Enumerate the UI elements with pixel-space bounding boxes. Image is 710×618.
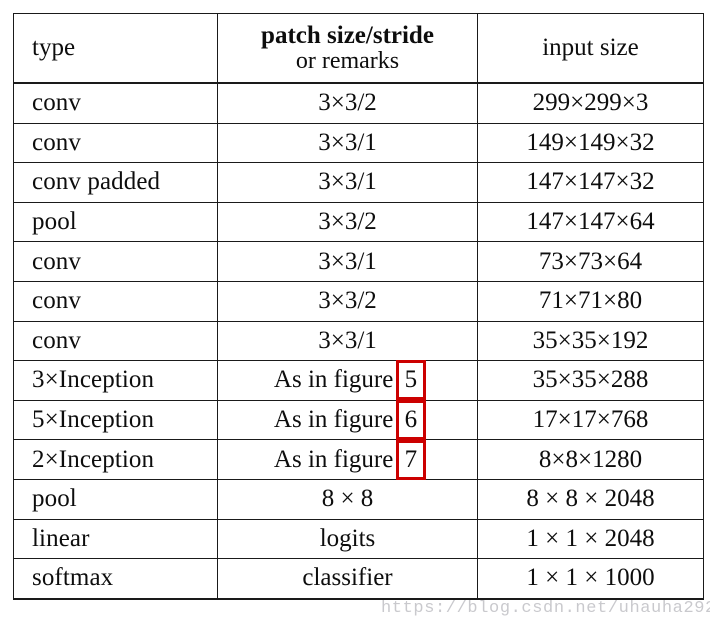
cell-layer-type: 3×Inception — [13, 360, 218, 401]
cell-input-size: 1 × 1 × 2048 — [477, 518, 704, 560]
column-header-patch-line1: patch size/stride — [261, 21, 434, 49]
table-header: type patch size/stride or remarks input … — [13, 13, 704, 84]
cell-layer-type: pool — [13, 201, 218, 243]
cell-patch-size-stride: 8 × 8 — [217, 478, 478, 520]
table-row: linear logits 1 × 1 × 2048 — [13, 518, 704, 560]
table-row: conv 3×3/1 35×35×192 — [13, 320, 704, 362]
cell-layer-type: conv padded — [13, 162, 218, 203]
figure-reference-label: As in figure — [273, 445, 394, 473]
figure-reference-label: As in figure — [273, 366, 394, 394]
column-header-patch-line2: or remarks — [295, 47, 400, 74]
table-row: 3×Inception As in figure 5 35×35×288 — [13, 360, 704, 401]
figure-reference-label: As in figure — [273, 406, 394, 434]
table-row: conv 3×3/2 71×71×80 — [13, 280, 704, 322]
table-row: pool 3×3/2 147×147×64 — [13, 201, 704, 243]
cell-layer-type: pool — [13, 478, 218, 520]
figure-number-highlight-box: 7 — [395, 439, 426, 480]
architecture-table-container: type patch size/stride or remarks input … — [13, 13, 710, 618]
column-header-input-size: input size — [477, 13, 704, 84]
cell-layer-type: 5×Inception — [13, 399, 218, 441]
cell-patch-size-stride: 3×3/1 — [217, 122, 478, 164]
figure-number-highlight-box: 5 — [395, 360, 426, 401]
cell-patch-size-stride: 3×3/1 — [217, 241, 478, 282]
cell-patch-size-stride: As in figure 6 — [217, 399, 478, 441]
cell-layer-type: conv — [13, 280, 218, 322]
cell-patch-size-stride: 3×3/2 — [217, 201, 478, 243]
column-header-patch-size-stride: patch size/stride or remarks — [217, 13, 478, 84]
cell-input-size: 35×35×192 — [477, 320, 704, 362]
cell-layer-type: linear — [13, 518, 218, 560]
network-architecture-table: type patch size/stride or remarks input … — [13, 13, 704, 600]
cell-input-size: 35×35×288 — [477, 360, 704, 401]
cell-patch-size-stride: As in figure 5 — [217, 360, 478, 401]
figure-reference: As in figure 6 — [273, 400, 426, 441]
csdn-watermark: https://blog.csdn.net/uhauha2929 — [381, 599, 710, 618]
cell-patch-size-stride: 3×3/1 — [217, 320, 478, 362]
cell-input-size: 17×17×768 — [477, 399, 704, 441]
cell-input-size: 71×71×80 — [477, 280, 704, 322]
cell-layer-type: conv — [13, 320, 218, 362]
cell-layer-type: softmax — [13, 558, 218, 600]
cell-patch-size-stride: classifier — [217, 558, 478, 600]
cell-input-size: 73×73×64 — [477, 241, 704, 282]
cell-input-size: 147×147×64 — [477, 201, 704, 243]
table-row: conv 3×3/1 149×149×32 — [13, 122, 704, 164]
cell-layer-type: conv — [13, 241, 218, 282]
cell-layer-type: 2×Inception — [13, 439, 218, 480]
figure-number-highlight-box: 6 — [395, 400, 426, 441]
cell-input-size: 149×149×32 — [477, 122, 704, 164]
cell-input-size: 8 × 8 × 2048 — [477, 478, 704, 520]
figure-reference: As in figure 5 — [273, 360, 426, 401]
cell-layer-type: conv — [13, 122, 218, 164]
cell-patch-size-stride: As in figure 7 — [217, 439, 478, 480]
table-row: conv 3×3/1 73×73×64 — [13, 241, 704, 282]
table-row: conv padded 3×3/1 147×147×32 — [13, 162, 704, 203]
table-header-row: type patch size/stride or remarks input … — [13, 13, 704, 84]
table-row: softmax classifier 1 × 1 × 1000 — [13, 558, 704, 600]
figure-reference: As in figure 7 — [273, 439, 426, 480]
table-body: conv 3×3/2 299×299×3 conv 3×3/1 149×149×32 con… — [13, 81, 704, 600]
cell-input-size: 299×299×3 — [477, 81, 704, 124]
cell-patch-size-stride: 3×3/2 — [217, 81, 478, 124]
cell-input-size: 8×8×1280 — [477, 439, 704, 480]
table-row: conv 3×3/2 299×299×3 — [13, 81, 704, 124]
table-row: 5×Inception As in figure 6 17×17×768 — [13, 399, 704, 441]
column-header-type: type — [13, 13, 218, 84]
cell-patch-size-stride: 3×3/2 — [217, 280, 478, 322]
cell-patch-size-stride: 3×3/1 — [217, 162, 478, 203]
cell-layer-type: conv — [13, 81, 218, 124]
cell-input-size: 1 × 1 × 1000 — [477, 558, 704, 600]
table-row: 2×Inception As in figure 7 8×8×1280 — [13, 439, 704, 480]
table-row: pool 8 × 88 × 8 × 2048 — [13, 478, 704, 520]
cell-input-size: 147×147×32 — [477, 162, 704, 203]
cell-patch-size-stride: logits — [217, 518, 478, 560]
